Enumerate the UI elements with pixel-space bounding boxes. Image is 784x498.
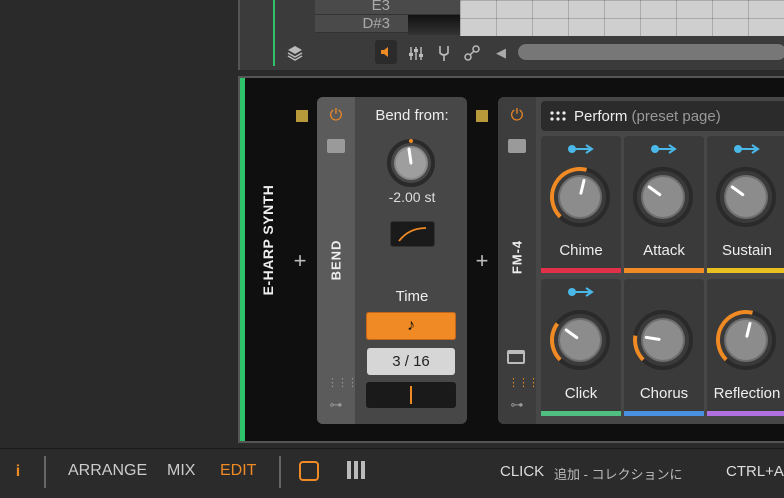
preset-page-subtitle: (preset page) <box>631 108 721 125</box>
folder-icon[interactable] <box>508 139 526 153</box>
param-label: Sustain <box>721 242 773 259</box>
bend-from-value: -2.00 st <box>388 189 436 205</box>
add-device-button[interactable]: + <box>291 250 309 272</box>
note-sync-button[interactable]: ♪ <box>366 312 456 340</box>
modulation-arrow-icon[interactable] <box>541 142 621 158</box>
param-color-stripe <box>707 268 784 273</box>
device-name: BEND <box>328 239 344 281</box>
bend-from-label: Bend from: <box>375 107 449 124</box>
power-icon[interactable]: ⏻ <box>507 106 527 126</box>
param-knob[interactable] <box>715 309 777 371</box>
edit-button[interactable]: EDIT <box>220 462 256 480</box>
curve-shape-button[interactable] <box>390 221 435 247</box>
mix-button[interactable]: MIX <box>167 462 195 480</box>
preset-grid-icon[interactable] <box>549 109 567 123</box>
mixer-faders-icon[interactable] <box>405 44 427 62</box>
grid-dots-icon[interactable]: ⋮⋮⋮ <box>327 377 358 389</box>
modulator-arrow-icon[interactable]: ⊶ <box>507 398 527 412</box>
arrange-button[interactable]: ARRANGE <box>68 462 147 480</box>
device-name: FM-4 <box>509 239 525 275</box>
modulation-arrow-icon[interactable] <box>624 142 704 158</box>
scroll-left-icon[interactable]: ◀ <box>496 44 510 62</box>
time-label: Time <box>395 288 429 305</box>
mixer-panel-toggle-icon[interactable] <box>346 461 366 481</box>
layers-icon[interactable] <box>284 44 306 62</box>
device-panel-toggle-icon[interactable] <box>299 461 319 481</box>
param-label: Chorus <box>639 385 689 402</box>
tuning-fork-icon[interactable] <box>433 44 455 62</box>
param-color-stripe <box>541 268 621 273</box>
info-icon[interactable]: i <box>12 463 24 481</box>
param-color-stripe <box>624 411 704 416</box>
param-color-stripe <box>541 411 621 416</box>
horizontal-scrollbar[interactable] <box>518 44 784 60</box>
param-knob[interactable] <box>549 166 611 228</box>
separator <box>44 456 46 488</box>
preset-page-name: Perform <box>574 108 628 125</box>
bend-from-knob[interactable] <box>386 138 436 188</box>
separator <box>279 456 281 488</box>
param-label: Attack <box>643 242 685 259</box>
preset-page-title: Perform (preset page) <box>574 108 721 125</box>
speaker-icon[interactable] <box>375 40 397 64</box>
param-color-stripe <box>707 411 784 416</box>
power-icon[interactable]: ⏻ <box>326 106 346 126</box>
param-color-stripe <box>624 268 704 273</box>
piano-key-e3[interactable]: E3 <box>315 0 460 15</box>
param-knob[interactable] <box>715 166 777 228</box>
folder-icon[interactable] <box>327 139 345 153</box>
param-knob[interactable] <box>632 309 694 371</box>
track-name: E-HARP SYNTH <box>260 184 276 296</box>
param-knob[interactable] <box>632 166 694 228</box>
time-ratio-field[interactable]: 3 / 16 <box>367 348 455 375</box>
param-knob[interactable] <box>549 309 611 371</box>
modulator-arrow-icon[interactable]: ⊶ <box>326 398 346 412</box>
modulation-link-icon[interactable] <box>461 44 483 62</box>
param-label: Chime <box>559 242 603 259</box>
device-slot-marker <box>476 110 488 122</box>
piano-black-key[interactable] <box>408 15 460 35</box>
param-label: Click <box>564 385 598 402</box>
key-gutter <box>275 0 317 36</box>
status-action: CLICK <box>500 463 545 480</box>
status-description: 追加 - コレクションに <box>554 467 683 482</box>
modulation-arrow-icon[interactable] <box>707 142 784 158</box>
track-color-strip-devices <box>240 78 245 441</box>
status-shortcut: CTRL+AL <box>726 463 784 480</box>
time-slider-marker <box>410 386 412 404</box>
modulation-arrow-icon[interactable] <box>541 285 621 301</box>
window-icon[interactable] <box>507 350 525 364</box>
note-grid[interactable] <box>460 0 784 36</box>
param-label: Reflection <box>713 385 781 402</box>
device-slot-marker <box>296 110 308 122</box>
arranger-rail <box>240 0 273 70</box>
grid-dots-icon[interactable]: ⋮⋮⋮ <box>508 377 539 389</box>
add-device-button[interactable]: + <box>473 250 491 272</box>
